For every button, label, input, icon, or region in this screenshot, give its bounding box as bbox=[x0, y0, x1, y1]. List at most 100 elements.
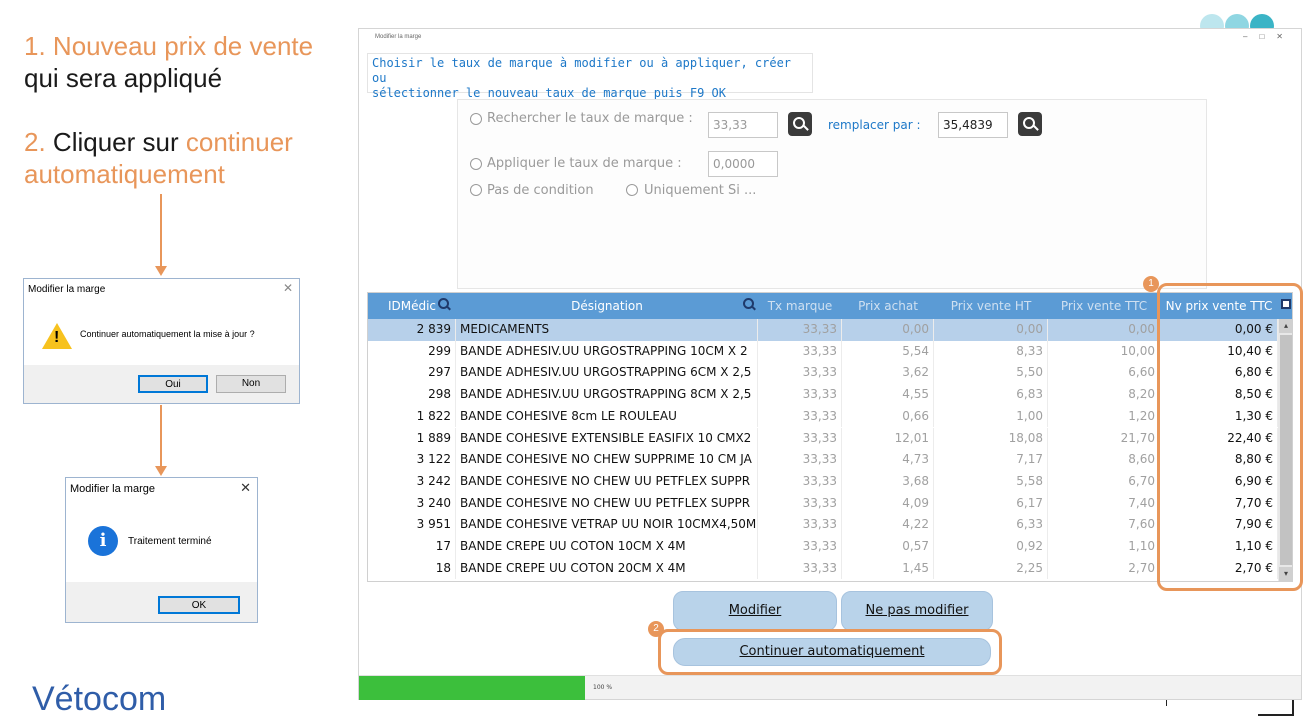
close-icon[interactable]: ✕ bbox=[283, 281, 293, 295]
progress-text: 100 % bbox=[593, 684, 613, 691]
window-controls[interactable]: –□✕ bbox=[1243, 29, 1295, 45]
products-table: IDMédic Désignation Tx marque Prix achat… bbox=[367, 292, 1293, 582]
cell-prix-vente-ttc: 1,10 bbox=[1048, 536, 1160, 558]
table-row[interactable]: 2 839 MEDICAMENTS 33,33 0,00 0,00 0,00 0,00 € bbox=[368, 319, 1278, 341]
window-title: Modifier la marge bbox=[375, 34, 422, 40]
cell-prix-achat: 0,57 bbox=[842, 536, 934, 558]
search-rate-label: Rechercher le taux de marque : bbox=[487, 111, 693, 126]
column-header-prix-vente-ttc[interactable]: Prix vente TTC bbox=[1048, 293, 1160, 319]
cell-prix-vente-ttc: 0,00 bbox=[1048, 319, 1160, 341]
column-header-prix-achat[interactable]: Prix achat bbox=[842, 293, 934, 319]
confirm-dialog-title: Modifier la marge bbox=[28, 284, 106, 295]
cell-designation: BANDE ADHESIV.UU URGOSTRAPPING 6CM X 2,5 bbox=[456, 362, 758, 385]
cell-designation: BANDE COHESIVE VETRAP UU NOIR 10CMX4,50M bbox=[456, 514, 758, 536]
search-icon[interactable] bbox=[743, 298, 757, 312]
step-1-number: 1. bbox=[24, 31, 46, 61]
step-2-plain: Cliquer sur bbox=[52, 127, 179, 157]
cell-prix-vente-ttc: 8,60 bbox=[1048, 449, 1160, 471]
search-rate-input[interactable]: 33,33 bbox=[708, 112, 778, 138]
cell-prix-achat: 4,73 bbox=[842, 449, 934, 471]
table-row[interactable]: 1 822 BANDE COHESIVE 8cm LE ROULEAU 33,33 0… bbox=[368, 405, 1278, 428]
instruction-box: Choisir le taux de marque à modifier ou … bbox=[367, 53, 813, 100]
table-row[interactable]: 17 BANDE CREPE UU COTON 10CM X 4M 33,33 0,5… bbox=[368, 536, 1278, 558]
done-dialog-message: Traitement terminé bbox=[128, 536, 212, 547]
cell-tx-marque: 33,33 bbox=[758, 319, 842, 341]
column-header-tx-marque[interactable]: Tx marque bbox=[758, 293, 842, 319]
cell-prix-vente-ht: 7,17 bbox=[934, 449, 1048, 471]
cell-prix-vente-ttc: 21,70 bbox=[1048, 427, 1160, 450]
search-icon[interactable] bbox=[1018, 112, 1042, 136]
cell-designation: BANDE COHESIVE NO CHEW UU PETFLEX SUPPR bbox=[456, 470, 758, 493]
cell-designation: BANDE COHESIVE NO CHEW SUPPRIME 10 CM JA bbox=[456, 449, 758, 471]
column-header-designation[interactable]: Désignation bbox=[456, 293, 758, 319]
close-icon[interactable]: ✕ bbox=[240, 480, 251, 496]
cell-tx-marque: 33,33 bbox=[758, 492, 842, 515]
cell-id: 297 bbox=[368, 362, 456, 385]
replace-rate-input[interactable]: 35,4839 bbox=[938, 112, 1008, 138]
cell-id: 3 122 bbox=[368, 449, 456, 471]
cell-tx-marque: 33,33 bbox=[758, 514, 842, 536]
highlight-continue-button bbox=[658, 629, 1002, 675]
cell-designation: BANDE COHESIVE 8cm LE ROULEAU bbox=[456, 405, 758, 428]
cell-prix-vente-ht: 2,25 bbox=[934, 557, 1048, 580]
cell-prix-vente-ht: 0,00 bbox=[934, 319, 1048, 341]
tutorial-slide: { "instructions": { "step1_number": "1."… bbox=[0, 0, 1309, 721]
step-1-highlight: Nouveau prix de vente bbox=[52, 31, 314, 61]
table-row[interactable]: 299 BANDE ADHESIV.UU URGOSTRAPPING 10CM X… bbox=[368, 340, 1278, 363]
done-dialog: Modifier la marge ✕ i Traitement terminé… bbox=[65, 477, 258, 623]
step-2-number: 2. bbox=[24, 127, 46, 157]
table-row[interactable]: 18 BANDE CREPE UU COTON 20CM X 4M 33,33 1,4… bbox=[368, 557, 1278, 580]
modify-button[interactable]: Modifier bbox=[673, 591, 837, 631]
apply-rate-radio[interactable] bbox=[470, 158, 482, 170]
cell-id: 1 822 bbox=[368, 405, 456, 428]
cell-prix-vente-ht: 1,00 bbox=[934, 405, 1048, 428]
apply-rate-input[interactable]: 0,0000 bbox=[708, 151, 778, 177]
cell-id: 2 839 bbox=[368, 319, 456, 341]
cell-prix-vente-ht: 8,33 bbox=[934, 340, 1048, 363]
done-dialog-title: Modifier la marge bbox=[70, 483, 155, 495]
cell-id: 17 bbox=[368, 536, 456, 558]
cell-prix-achat: 1,45 bbox=[842, 557, 934, 580]
search-icon[interactable] bbox=[788, 112, 812, 136]
table-row[interactable]: 297 BANDE ADHESIV.UU URGOSTRAPPING 6CM X … bbox=[368, 362, 1278, 385]
no-condition-radio[interactable] bbox=[470, 184, 482, 196]
only-if-radio[interactable] bbox=[626, 184, 638, 196]
cell-prix-achat: 4,55 bbox=[842, 384, 934, 406]
search-icon[interactable] bbox=[438, 298, 452, 312]
cell-prix-vente-ht: 18,08 bbox=[934, 427, 1048, 450]
table-row[interactable]: 3 242 BANDE COHESIVE NO CHEW UU PETFLEX S… bbox=[368, 470, 1278, 493]
table-row[interactable]: 1 889 BANDE COHESIVE EXTENSIBLE EASIFIX 1… bbox=[368, 427, 1278, 450]
cell-prix-vente-ttc: 2,70 bbox=[1048, 557, 1160, 580]
cell-tx-marque: 33,33 bbox=[758, 405, 842, 428]
arrow-line-2 bbox=[160, 405, 162, 467]
vetocom-logo: Vétocom bbox=[32, 680, 167, 718]
column-header-prix-vente-ht[interactable]: Prix vente HT bbox=[934, 293, 1048, 319]
dont-modify-button[interactable]: Ne pas modifier bbox=[841, 591, 993, 631]
table-row[interactable]: 298 BANDE ADHESIV.UU URGOSTRAPPING 8CM X … bbox=[368, 384, 1278, 406]
arrow-head-2 bbox=[155, 466, 167, 476]
done-dialog-footer: OK bbox=[66, 582, 257, 622]
table-header: IDMédic Désignation Tx marque Prix achat… bbox=[368, 293, 1292, 319]
cell-prix-vente-ttc: 7,60 bbox=[1048, 514, 1160, 536]
table-row[interactable]: 3 122 BANDE COHESIVE NO CHEW SUPPRIME 10 … bbox=[368, 449, 1278, 471]
yes-button[interactable]: Oui bbox=[138, 375, 208, 393]
replace-label: remplacer par : bbox=[828, 118, 921, 132]
no-button[interactable]: Non bbox=[216, 375, 286, 393]
badge-2: 2 bbox=[648, 621, 664, 637]
cell-prix-vente-ttc: 7,40 bbox=[1048, 492, 1160, 515]
cell-tx-marque: 33,33 bbox=[758, 449, 842, 471]
search-rate-radio[interactable] bbox=[470, 113, 482, 125]
cell-prix-vente-ttc: 6,60 bbox=[1048, 362, 1160, 385]
ok-button[interactable]: OK bbox=[158, 596, 240, 614]
step-1-rest: qui sera appliqué bbox=[24, 63, 223, 93]
cell-prix-achat: 0,00 bbox=[842, 319, 934, 341]
arrow-line-1 bbox=[160, 194, 162, 266]
step-1-text: 1. Nouveau prix de vente qui sera appliq… bbox=[24, 30, 313, 94]
cell-tx-marque: 33,33 bbox=[758, 536, 842, 558]
table-row[interactable]: 3 951 BANDE COHESIVE VETRAP UU NOIR 10CMX… bbox=[368, 514, 1278, 536]
table-row[interactable]: 3 240 BANDE COHESIVE NO CHEW UU PETFLEX S… bbox=[368, 492, 1278, 515]
cell-designation: BANDE CREPE UU COTON 20CM X 4M bbox=[456, 557, 758, 580]
step-2-highlight-2: automatiquement bbox=[24, 159, 225, 189]
warning-mark-icon: ! bbox=[54, 329, 60, 346]
cell-id: 18 bbox=[368, 557, 456, 580]
